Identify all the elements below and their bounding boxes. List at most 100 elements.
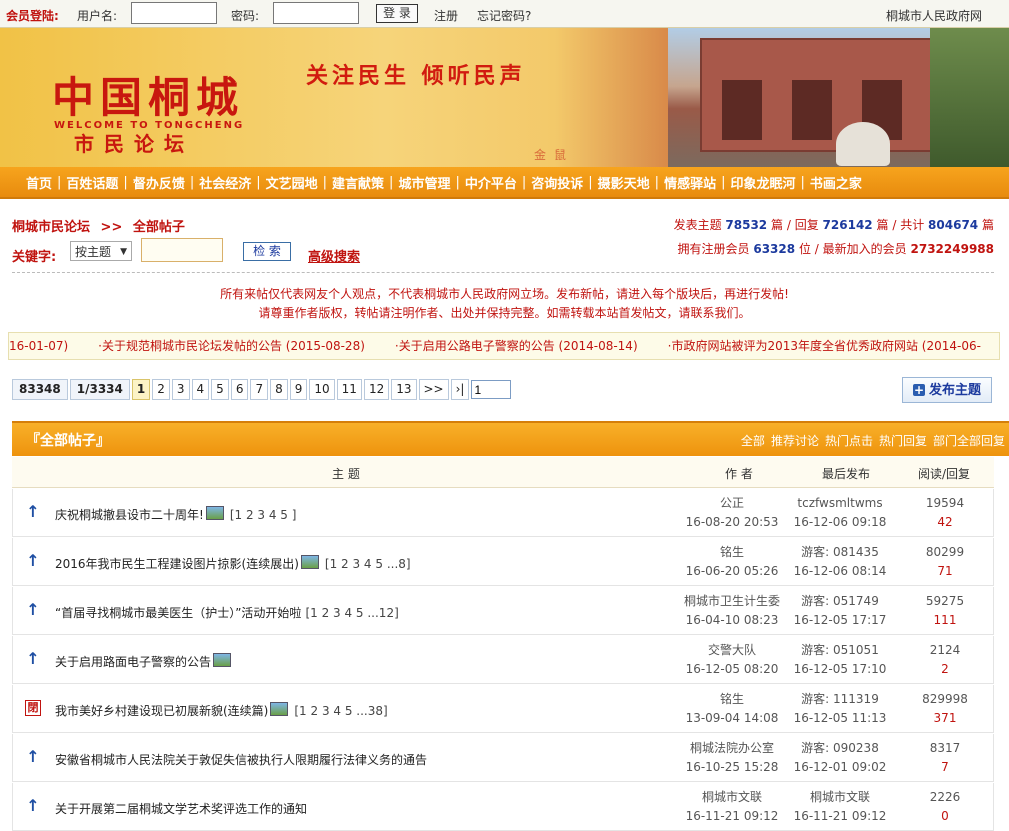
nav-item[interactable]: 督办反馈 <box>133 173 185 192</box>
reply-count: 111 <box>933 613 957 627</box>
last-post-user[interactable]: 游客: 111319 <box>781 690 899 709</box>
login-button[interactable]: 登 录 <box>376 4 418 23</box>
author-cell: 桐城市文联 16-11-21 09:12 <box>665 788 799 826</box>
ticker-item[interactable]: 16-01-07) <box>9 339 98 353</box>
nav-item[interactable]: 首页 <box>26 173 52 192</box>
topic-page-links[interactable]: [1 2 3 4 5 ] <box>230 508 297 522</box>
read-count: 2124 <box>929 643 961 657</box>
author-name[interactable]: 桐城市文联 <box>665 788 799 807</box>
page-link[interactable]: 12 <box>363 379 390 400</box>
advanced-search-link[interactable]: 高级搜索 <box>308 246 360 265</box>
section-filter-link[interactable]: 热门点击 <box>825 434 873 448</box>
page-link[interactable]: 8 <box>270 379 288 400</box>
author-name[interactable]: 铭生 <box>665 543 799 562</box>
nav-item[interactable]: 文艺园地 <box>266 173 318 192</box>
page-link[interactable]: 5 <box>211 379 229 400</box>
page-link[interactable]: >> <box>418 379 449 400</box>
topic-page-links[interactable]: [1 2 3 4 5 ...8] <box>325 557 411 571</box>
topic-link[interactable]: 关于开展第二届桐城文学艺术奖评选工作的通知 <box>55 802 307 816</box>
register-link[interactable]: 注册 <box>434 7 458 24</box>
nav-item[interactable]: 摄影天地 <box>598 173 650 192</box>
ticker-item[interactable]: ·市政府网站被评为2013年度全省优秀政府网站 (2014-06- <box>668 339 999 353</box>
author-cell: 交警大队 16-12-05 08:20 <box>665 641 799 679</box>
last-post-user[interactable]: tczfwsmltwms <box>781 494 899 513</box>
nav-item[interactable]: 社会经济 <box>199 173 251 192</box>
nav-item[interactable]: 城市管理 <box>398 173 450 192</box>
reply-count: 2 <box>941 662 949 676</box>
newest-member-link[interactable]: 2732249988 <box>911 242 995 256</box>
unit-label: 位 <box>798 242 811 256</box>
keyword-input[interactable] <box>141 238 223 262</box>
announcement-ticker: 16-01-07) ·关于规范桐城市民论坛发帖的公告 (2015-08-28) ·关… <box>8 332 1000 360</box>
page-link[interactable]: 7 <box>250 379 269 400</box>
nav-item[interactable]: 百姓话题 <box>66 173 118 192</box>
last-post-cell: 桐城市文联 16-11-21 09:12 <box>781 788 899 826</box>
read-reply-cell: 8317 7 <box>905 739 985 777</box>
notice-line: 请尊重作者版权，转帖请注明作者、出处并保持完整。如需转载本站首发帖文，请联系我们… <box>258 306 751 320</box>
page-link[interactable]: 13 <box>391 379 417 400</box>
topic-link[interactable]: 我市美好乡村建设现已初展新貌(连续篇) <box>55 704 268 718</box>
search-type-select[interactable]: 按主题 ▼ <box>70 241 132 261</box>
topic-link[interactable]: 庆祝桐城撤县设市二十周年! <box>55 508 204 522</box>
topic-link[interactable]: 安徽省桐城市人民法院关于敦促失信被执行人限期履行法律义务的通告 <box>55 753 427 767</box>
post-time: 16-12-05 08:20 <box>685 662 779 676</box>
unit-label: 篇 <box>981 218 994 232</box>
author-name[interactable]: 桐城法院办公室 <box>665 739 799 758</box>
topic-page-links[interactable]: [1 2 3 4 5 ...12] <box>305 606 398 620</box>
nav-separator: | <box>256 174 261 190</box>
col-author: 作 者 <box>725 467 753 481</box>
topic-link[interactable]: “首届寻找桐城市最美医生（护士）”活动开始啦 <box>55 606 301 620</box>
page-link[interactable]: 11 <box>336 379 362 400</box>
topics-count: 78532 <box>725 218 768 232</box>
last-post-user[interactable]: 桐城市文联 <box>781 788 899 807</box>
total-label: 共计 <box>900 218 925 232</box>
section-filter-link[interactable]: 全部 <box>741 434 765 448</box>
last-post-user[interactable]: 游客: 051051 <box>781 641 899 660</box>
last-post-time: 16-12-05 11:13 <box>793 711 887 725</box>
section-filter-link[interactable]: 推荐讨论 <box>771 434 819 448</box>
section-filter-link[interactable]: 热门回复 <box>879 434 927 448</box>
last-post-cell: 游客: 051749 16-12-05 17:17 <box>781 592 899 630</box>
gov-site-link[interactable]: 桐城市人民政府网 <box>886 7 982 24</box>
topic-page-links[interactable]: [1 2 3 4 5 ...38] <box>294 704 387 718</box>
nav-item[interactable]: 咨询投诉 <box>531 173 583 192</box>
breadcrumb-forum[interactable]: 桐城市民论坛 <box>12 220 90 235</box>
nav-item[interactable]: 印象龙眠河 <box>730 173 795 192</box>
forgot-password-link[interactable]: 忘记密码? <box>477 7 531 24</box>
username-input[interactable] <box>131 2 217 24</box>
page-link[interactable]: 4 <box>191 379 210 400</box>
last-post-user[interactable]: 游客: 051749 <box>781 592 899 611</box>
page-link[interactable]: ›| <box>450 379 470 400</box>
author-name[interactable]: 桐城市卫生计生委 <box>665 592 799 611</box>
new-topic-button[interactable]: + 发布主题 <box>902 377 992 403</box>
last-post-time: 16-12-01 09:02 <box>793 760 887 774</box>
topic-link[interactable]: 关于启用路面电子警察的公告 <box>55 655 211 669</box>
nav-separator: | <box>123 174 128 190</box>
page-link[interactable]: 2 <box>152 379 170 400</box>
ticker-item[interactable]: ·关于启用公路电子警察的公告 (2014-08-14) <box>395 339 668 353</box>
search-button[interactable]: 检 索 <box>243 242 291 261</box>
nav-separator: | <box>189 174 195 190</box>
section-title: 『全部帖子』 <box>26 433 110 449</box>
ticker-item[interactable]: ·关于规范桐城市民论坛发帖的公告 (2015-08-28) <box>98 339 395 353</box>
author-name[interactable]: 铭生 <box>665 690 799 709</box>
section-filter-link[interactable]: 部门全部回复 <box>933 434 1005 448</box>
page-jump-input[interactable] <box>471 380 512 399</box>
author-name[interactable]: 交警大队 <box>665 641 799 660</box>
topic-link[interactable]: 2016年我市民生工程建设图片掠影(连续展出) <box>55 557 299 571</box>
page-link[interactable]: 10 <box>309 379 335 400</box>
new-topic-label: 发布主题 <box>928 383 981 398</box>
nav-item[interactable]: 中介平台 <box>465 173 517 192</box>
page-link[interactable]: 1 <box>131 379 151 400</box>
last-post-user[interactable]: 游客: 081435 <box>781 543 899 562</box>
last-post-user[interactable]: 游客: 090238 <box>781 739 899 758</box>
search-type-value: 按主题 <box>75 245 112 259</box>
page-link[interactable]: 6 <box>230 379 249 400</box>
page-link[interactable]: 9 <box>289 379 308 400</box>
author-name[interactable]: 公正 <box>665 494 799 513</box>
nav-item[interactable]: 情感驿站 <box>664 173 716 192</box>
nav-item[interactable]: 建言献策 <box>332 173 384 192</box>
page-link[interactable]: 3 <box>171 379 190 400</box>
nav-item[interactable]: 书画之家 <box>810 173 862 192</box>
password-input[interactable] <box>273 2 359 24</box>
